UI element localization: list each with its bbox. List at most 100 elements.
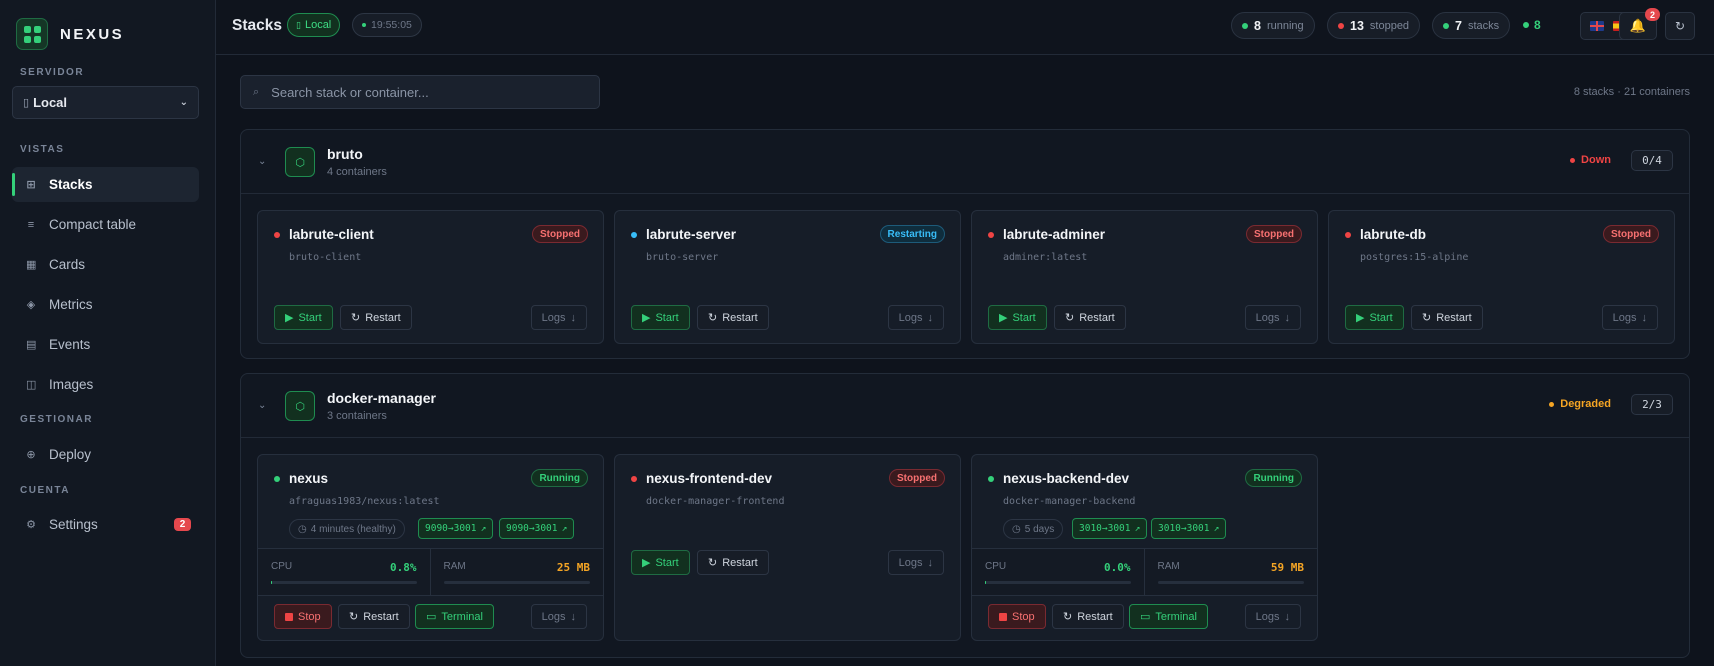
container-name[interactable]: nexus-backend-dev — [988, 471, 1129, 486]
restart-button[interactable]: ↻ Restart — [338, 604, 410, 629]
container-name-text: labrute-server — [646, 227, 737, 242]
restart-button[interactable]: ↻ Restart — [340, 305, 412, 330]
cpu-bar-fill — [271, 581, 273, 584]
sidebar-item-settings[interactable]: ⚙ Settings 2 — [12, 507, 199, 542]
clock-time: 19:55:05 — [371, 19, 412, 31]
restart-icon: ↻ — [708, 557, 718, 569]
logs-button[interactable]: Logs ↓ — [887, 305, 944, 330]
start-button[interactable]: ▶ Start — [631, 550, 690, 575]
server-icon: ▯ — [23, 97, 30, 109]
stack-header[interactable]: ⌄ ⬡ docker-manager 3 containers Degraded… — [241, 374, 1689, 438]
terminal-button[interactable]: ▭ Terminal — [1129, 604, 1208, 629]
stack-header[interactable]: ⌄ ⬡ bruto 4 containers Down 0/4 — [241, 130, 1689, 194]
sidebar-item-deploy[interactable]: ⊕ Deploy — [12, 437, 199, 472]
start-button[interactable]: ▶ Start — [274, 305, 333, 330]
sidebar-item-label: Settings — [49, 517, 98, 532]
container-card: nexus-backend-dev Running docker-manager… — [971, 454, 1318, 641]
running-stat[interactable]: 8 running — [1231, 12, 1315, 39]
logs-button[interactable]: Logs ↓ — [887, 550, 944, 575]
logs-label: Logs — [1612, 311, 1637, 324]
sidebar-item-events[interactable]: ▤ Events — [12, 327, 199, 362]
sidebar-item-cards[interactable]: ▦ Cards — [12, 247, 199, 282]
refresh-button[interactable]: ↻ — [1665, 12, 1695, 40]
sidebar-item-compact-table[interactable]: ≡ Compact table — [12, 207, 199, 242]
container-name[interactable]: labrute-client — [274, 227, 374, 242]
container-name[interactable]: labrute-server — [631, 227, 736, 242]
container-name[interactable]: labrute-db — [1345, 227, 1426, 242]
restart-button[interactable]: ↻ Restart — [1411, 305, 1483, 330]
start-button[interactable]: ▶ Start — [631, 305, 690, 330]
container-name[interactable]: nexus-frontend-dev — [631, 471, 772, 486]
port-link[interactable]: 9090→3001 ↗ — [499, 518, 575, 539]
section-label-manage: GESTIONAR — [20, 414, 93, 425]
stack-container-count: 4 containers — [327, 166, 387, 178]
port-text: 9090→3001 — [506, 523, 558, 534]
container-card: labrute-client Stopped bruto-client ▶ Sta… — [257, 210, 604, 344]
container-name-text: nexus-backend-dev — [1003, 471, 1130, 486]
container-card: labrute-server Restarting bruto-server ▶… — [614, 210, 961, 344]
server-select[interactable]: ▯ Local ⌄ — [12, 86, 199, 119]
uptime-badge: ◷ 5 days — [1003, 519, 1064, 539]
stack-running-count: 2/3 — [1631, 394, 1673, 415]
diamond-icon: ◈ — [26, 299, 36, 311]
ram-metric: RAM 25 MB — [431, 549, 604, 595]
stop-button[interactable]: Stop — [988, 604, 1046, 629]
ram-value: 25 MB — [556, 561, 590, 574]
events-icon: ▤ — [26, 339, 37, 351]
sidebar-item-label: Deploy — [49, 447, 92, 462]
restart-button[interactable]: ↻ Restart — [697, 305, 769, 330]
sidebar-item-stacks[interactable]: ⊞ Stacks — [12, 167, 199, 202]
gear-icon: ⚙ — [26, 519, 36, 531]
terminal-button[interactable]: ▭ Terminal — [415, 604, 494, 629]
start-button[interactable]: ▶ Start — [988, 305, 1047, 330]
start-label: Start — [1012, 311, 1036, 324]
chevron-down-icon[interactable]: ⌄ — [258, 156, 266, 167]
logs-button[interactable]: Logs ↓ — [1601, 305, 1658, 330]
stop-button[interactable]: Stop — [274, 604, 332, 629]
status-badge: Stopped — [889, 469, 945, 487]
notifications-button[interactable]: 🔔 2 — [1619, 8, 1660, 40]
stacks-label: stacks — [1467, 19, 1500, 32]
restart-button[interactable]: ↻ Restart — [697, 550, 769, 575]
status-dot-icon — [988, 231, 994, 238]
ram-bar — [443, 581, 590, 584]
logs-button[interactable]: Logs ↓ — [1244, 305, 1301, 330]
sidebar-item-metrics[interactable]: ◈ Metrics — [12, 287, 199, 322]
container-image: docker-manager-backend — [1003, 496, 1136, 507]
sidebar-item-images[interactable]: ◫ Images — [12, 367, 199, 402]
restart-button[interactable]: ↻ Restart — [1054, 305, 1126, 330]
search-input[interactable]: ⌕ Search stack or container... — [240, 75, 600, 109]
port-link[interactable]: 3010→3001 ↗ — [1151, 518, 1227, 539]
stacks-stat[interactable]: 7 stacks — [1432, 12, 1511, 39]
container-name[interactable]: nexus — [274, 471, 328, 486]
server-pill[interactable]: ▯ Local — [287, 13, 341, 37]
stop-icon — [285, 612, 293, 621]
arrow-down-icon: ↓ — [927, 311, 934, 324]
ram-value: 59 MB — [1270, 561, 1304, 574]
ram-bar — [1157, 581, 1304, 584]
deploy-icon: ⊕ — [26, 449, 36, 461]
cpu-bar — [271, 581, 417, 584]
restart-button[interactable]: ↻ Restart — [1052, 604, 1124, 629]
port-link[interactable]: 9090→3001 ↗ — [418, 518, 494, 539]
cpu-value: 0.0% — [1104, 561, 1131, 574]
container-name[interactable]: labrute-adminer — [988, 227, 1105, 242]
grid-icon: ⊞ — [26, 179, 36, 191]
restart-label: Restart — [722, 556, 758, 569]
images-icon: ◫ — [26, 379, 37, 391]
logs-button[interactable]: Logs ↓ — [530, 305, 587, 330]
top-header: Stacks ▯ Local 19:55:05 8 running 13 sto… — [216, 0, 1714, 55]
uk-flag-icon[interactable] — [1589, 21, 1604, 31]
start-button[interactable]: ▶ Start — [1345, 305, 1404, 330]
status-dot-icon — [631, 231, 637, 238]
container-image: bruto-client — [289, 252, 362, 263]
chevron-down-icon[interactable]: ⌄ — [258, 400, 266, 411]
logs-button[interactable]: Logs ↓ — [1244, 604, 1301, 629]
brand[interactable]: NEXUS — [16, 18, 124, 50]
stopped-stat[interactable]: 13 stopped — [1327, 12, 1421, 39]
logs-button[interactable]: Logs ↓ — [530, 604, 587, 629]
status-dot-icon — [631, 475, 637, 482]
port-link[interactable]: 3010→3001 ↗ — [1072, 518, 1148, 539]
logs-label: Logs — [1255, 610, 1280, 623]
search-icon: ⌕ — [253, 85, 260, 98]
